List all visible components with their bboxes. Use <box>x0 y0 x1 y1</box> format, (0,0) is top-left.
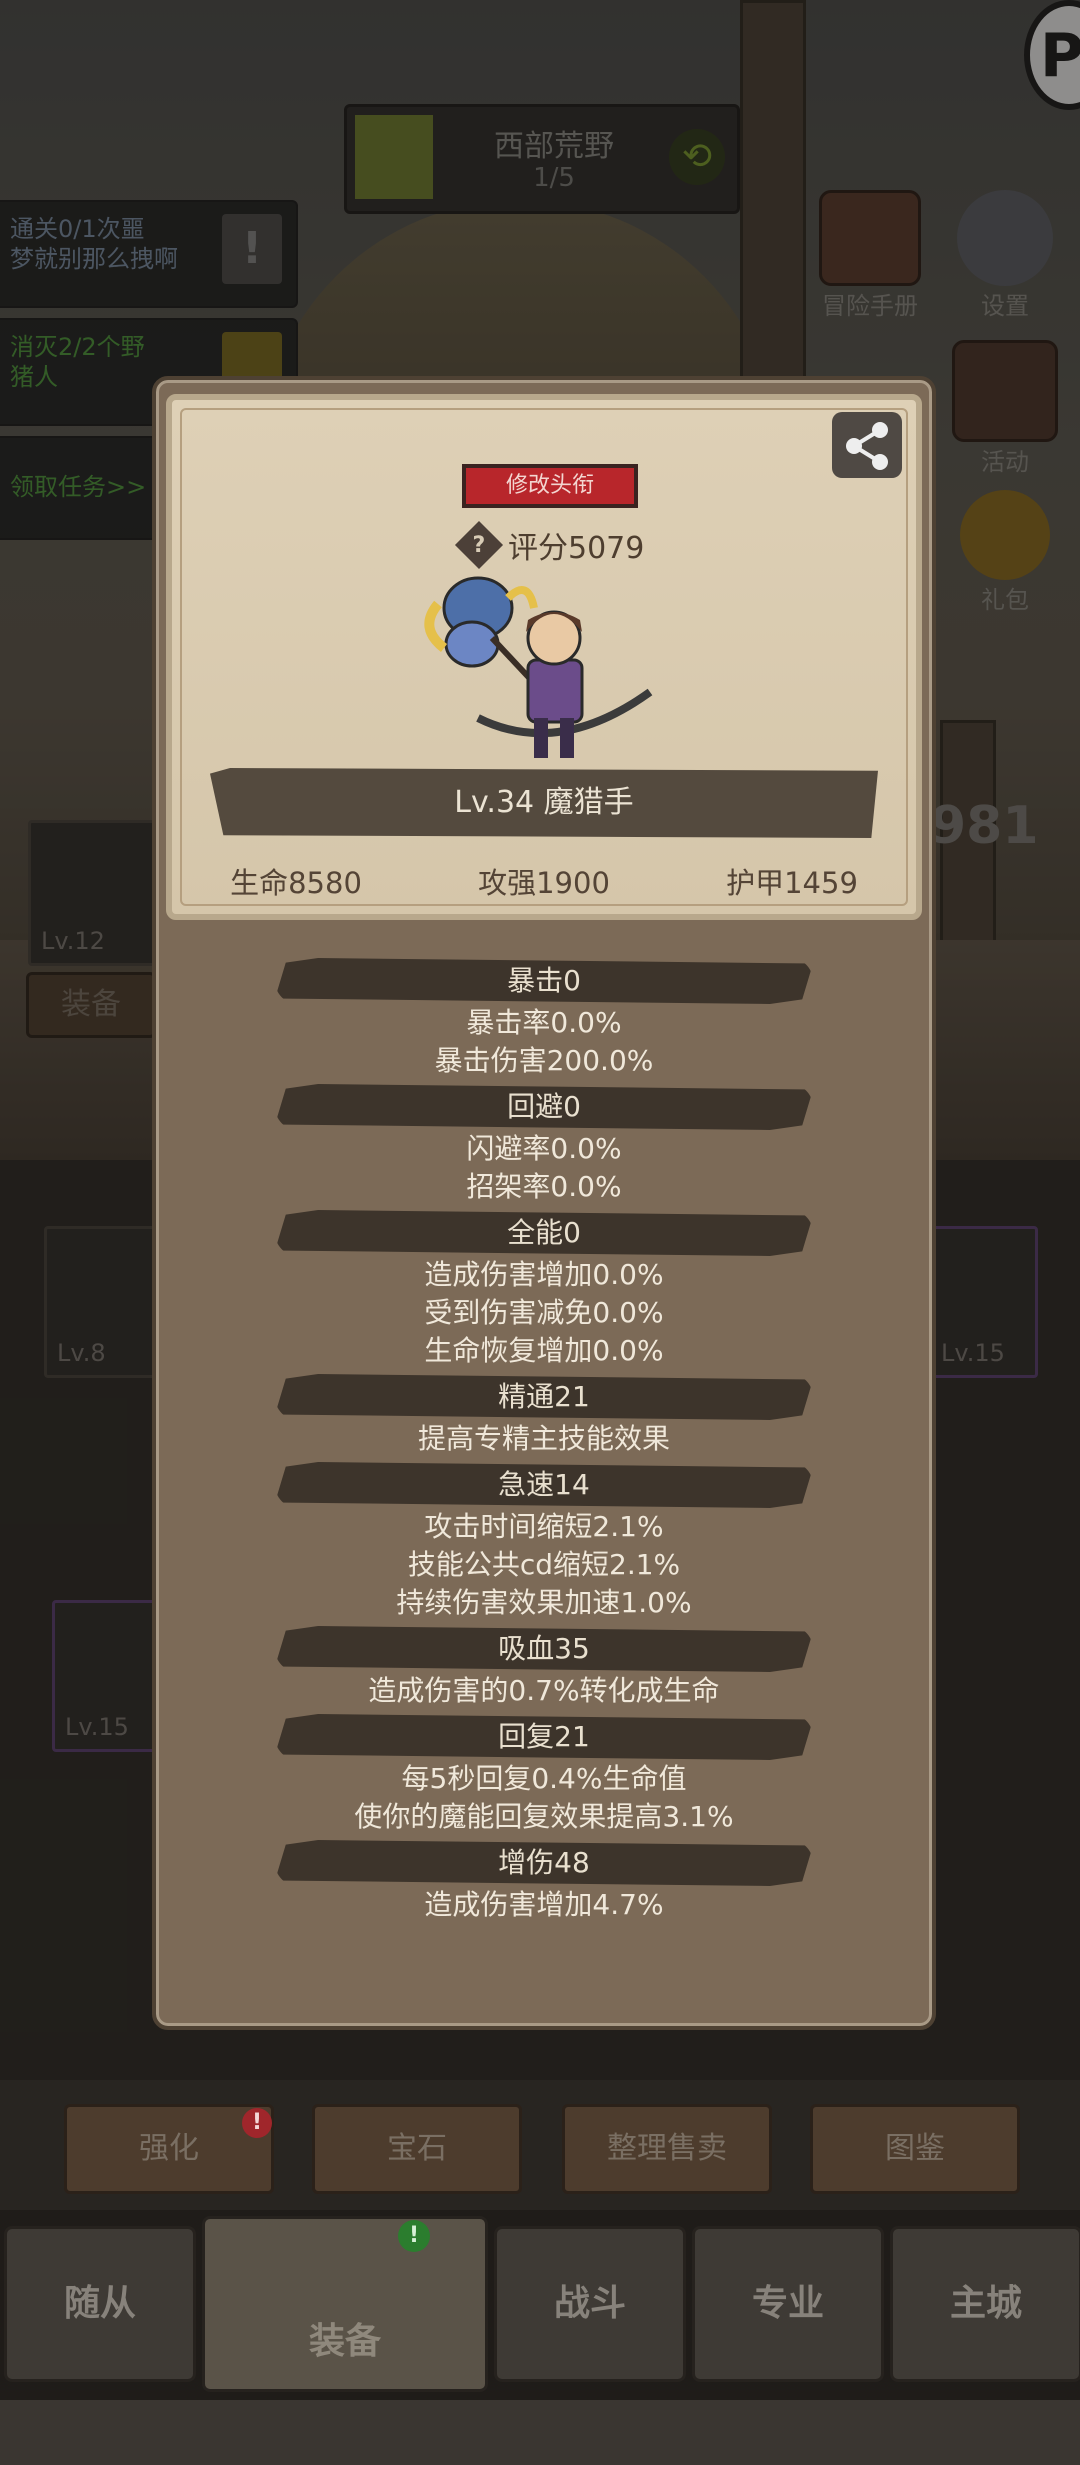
attribute-line: 每5秒回复0.4%生命值 <box>401 1762 687 1795</box>
codex-button[interactable]: 图鉴 <box>810 2104 1020 2194</box>
attribute-group-regen: 回复21 每5秒回复0.4%生命值 使你的魔能回复效果提高3.1% <box>156 1714 932 1836</box>
attribute-group-damage-bonus: 增伤48 造成伤害增加4.7% <box>156 1840 932 1924</box>
base-stats: 生命8580 攻强1900 护甲1459 <box>172 860 916 902</box>
alert-badge: ! <box>242 2108 272 2138</box>
attribute-list: 暴击0 暴击率0.0% 暴击伤害200.0% 回避0 闪避率0.0% 招架率0.… <box>156 958 932 1928</box>
attribute-group-mastery: 精通21 提高专精主技能效果 <box>156 1374 932 1458</box>
character-card: 修改头衔 ? 评分5079 Lv.34 魔猎手 生命8580 攻强1900 护甲… <box>166 394 922 920</box>
nav-equipment[interactable]: 装备 <box>202 2216 488 2392</box>
attribute-line: 暴击率0.0% <box>466 1006 622 1039</box>
attribute-line: 造成伤害增加0.0% <box>424 1258 664 1291</box>
stat-armor: 护甲1459 <box>726 866 858 900</box>
attribute-line: 生命恢复增加0.0% <box>424 1334 664 1367</box>
sort-sell-button[interactable]: 整理售卖 <box>562 2104 772 2194</box>
score-text: 评分5079 <box>508 531 645 566</box>
attribute-header: 全能0 <box>275 1210 813 1256</box>
attribute-group-haste: 急速14 攻击时间缩短2.1% 技能公共cd缩短2.1% 持续伤害效果加速1.0… <box>156 1462 932 1622</box>
attribute-line: 攻击时间缩短2.1% <box>424 1510 664 1543</box>
share-button[interactable] <box>832 412 902 478</box>
attribute-header: 回避0 <box>275 1084 813 1130</box>
attribute-group-leech: 吸血35 造成伤害的0.7%转化成生命 <box>156 1626 932 1710</box>
attribute-line: 造成伤害的0.7%转化成生命 <box>368 1674 720 1707</box>
attribute-header: 急速14 <box>275 1462 813 1508</box>
attribute-line: 使你的魔能回复效果提高3.1% <box>354 1800 734 1833</box>
attribute-group-crit: 暴击0 暴击率0.0% 暴击伤害200.0% <box>156 958 932 1080</box>
attribute-header: 暴击0 <box>275 958 813 1004</box>
attribute-header: 精通21 <box>275 1374 813 1420</box>
attribute-line: 暴击伤害200.0% <box>434 1044 654 1077</box>
share-icon <box>846 422 888 470</box>
character-avatar <box>424 576 653 758</box>
alert-badge: ! <box>398 2220 430 2252</box>
stat-attack-power: 攻强1900 <box>478 866 610 900</box>
score-row: ? 评分5079 <box>454 520 645 570</box>
gem-button[interactable]: 宝石 <box>312 2104 522 2194</box>
nav-main-city[interactable]: 主城 <box>890 2226 1080 2382</box>
character-stats-dialog: 修改头衔 ? 评分5079 Lv.34 魔猎手 生命8580 攻强1900 护甲… <box>152 376 936 2030</box>
nav-battle[interactable]: 战斗 <box>494 2226 686 2382</box>
nav-followers[interactable]: 随从 <box>4 2226 196 2382</box>
help-symbol: ? <box>472 532 486 558</box>
attribute-header: 增伤48 <box>275 1840 813 1886</box>
attribute-line: 造成伤害增加4.7% <box>424 1888 664 1921</box>
attribute-line: 受到伤害减免0.0% <box>424 1296 664 1329</box>
nav-profession[interactable]: 专业 <box>692 2226 884 2382</box>
attribute-line: 招架率0.0% <box>466 1170 622 1203</box>
attribute-line: 技能公共cd缩短2.1% <box>407 1548 681 1581</box>
attribute-group-versatility: 全能0 造成伤害增加0.0% 受到伤害减免0.0% 生命恢复增加0.0% <box>156 1210 932 1370</box>
attribute-group-avoidance: 回避0 闪避率0.0% 招架率0.0% <box>156 1084 932 1206</box>
attribute-header: 回复21 <box>275 1714 813 1760</box>
attribute-line: 提高专精主技能效果 <box>417 1422 670 1455</box>
attribute-line: 闪避率0.0% <box>466 1132 622 1165</box>
level-class-bar: Lv.34 魔猎手 <box>210 768 878 838</box>
attribute-line: 持续伤害效果加速1.0% <box>396 1586 692 1619</box>
stat-hp: 生命8580 <box>230 866 362 900</box>
help-icon[interactable]: ? <box>454 520 504 570</box>
attribute-header: 吸血35 <box>275 1626 813 1672</box>
change-title-button[interactable]: 修改头衔 <box>462 464 638 508</box>
